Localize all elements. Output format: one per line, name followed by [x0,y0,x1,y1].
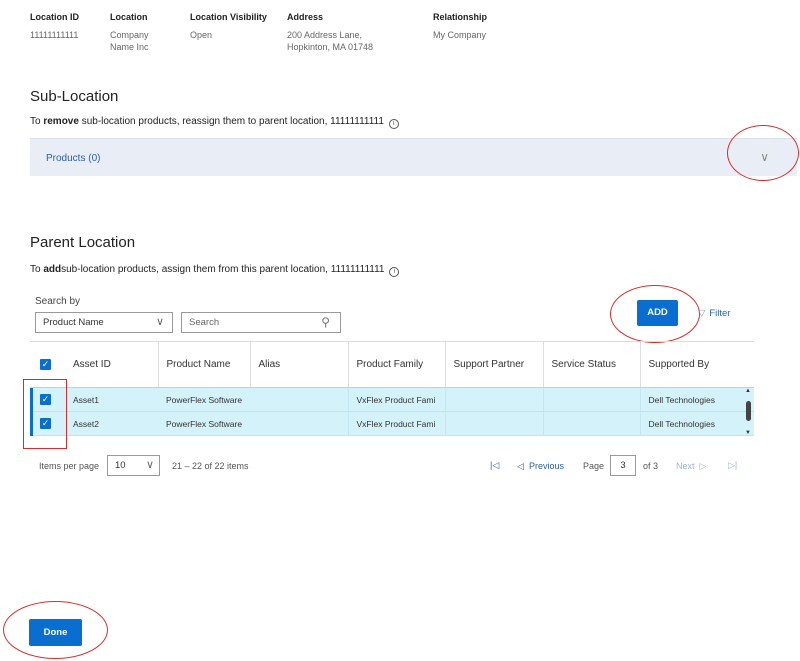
sub-location-desc-suffix: sub-location products, reassign them to … [78,116,384,127]
product-family-cell: VxFlex Product Fami [347,411,445,436]
sub-location-desc-prefix: To [30,116,44,127]
items-per-page-label: Items per page [39,461,100,471]
next-button[interactable]: Next ▷ [676,461,706,472]
location-id-header: Location ID [30,12,79,22]
annotation-circle-done [3,601,108,659]
service-status-cell [542,387,640,412]
visibility-value: Open [190,30,213,40]
col-product-family[interactable]: Product Family [347,341,445,388]
parent-location-desc-prefix: To [30,264,44,275]
parent-location-title: Parent Location [30,234,136,251]
col-supported-by[interactable]: Supported By [639,341,754,388]
filter-icon: ▽ [698,308,706,319]
items-range-text: 21 – 22 of 22 items [172,461,249,471]
visibility-header: Location Visibility [190,12,267,22]
annotation-circle-add [610,285,700,343]
location-value-line2: Name Inc [110,42,149,52]
col-product-name[interactable]: Product Name [157,341,250,388]
table-header-row: ✓ Asset ID Product Name Alias Product Fa… [30,341,754,388]
product-name-cell: PowerFlex Software [158,411,250,436]
items-per-page-value: 10 [115,460,126,471]
parent-location-desc-bold: add [43,264,62,275]
col-asset-id[interactable]: Asset ID [65,341,158,388]
supported-by-cell: Dell Technologies [639,411,754,436]
col-service-status[interactable]: Service Status [542,341,640,388]
next-icon: ▷ [699,461,707,471]
address-column: Address 200 Address Lane, Hopkinton, MA … [287,12,373,53]
table-row[interactable]: ✓ Asset2 PowerFlex Software VxFlex Produ… [30,411,754,436]
location-value-line1: Company [110,30,149,40]
col-alias[interactable]: Alias [249,341,348,388]
previous-button[interactable]: ◁ Previous [517,461,564,472]
alias-cell [250,411,348,436]
alias-cell [250,387,348,412]
sub-location-title: Sub-Location [30,88,119,105]
info-circle-icon[interactable]: i [389,267,400,277]
relationship-header: Relationship [433,12,488,22]
relationship-value: My Company [433,30,487,40]
previous-label: Previous [528,461,564,471]
product-name-cell: PowerFlex Software [158,387,250,412]
page-label: Page [583,461,605,471]
address-value-line2: Hopkinton, MA 01748 [287,42,374,52]
address-header: Address [287,12,324,22]
table-scrollbar[interactable]: ▲ ▼ [745,388,753,436]
annotation-box-checkboxes [23,379,67,449]
table-row[interactable]: ✓ Asset1 PowerFlex Software VxFlex Produ… [30,387,754,412]
chevron-down-icon: ∨ [145,459,154,471]
items-per-page-select[interactable]: 10 ∨ [107,455,160,476]
scroll-thumb[interactable] [746,401,751,421]
location-value: Company Name Inc [110,29,149,53]
address-value-line1: 200 Address Lane, [287,30,363,40]
sub-location-desc-bold: remove [43,116,79,127]
search-placeholder: Search [189,317,220,328]
address-value: 200 Address Lane, Hopkinton, MA 01748 [287,29,373,53]
select-all-checkbox[interactable]: ✓ [40,359,51,370]
location-column: Location Company Name Inc [110,12,149,53]
support-partner-cell [444,411,543,436]
location-id-column: Location ID 11111111111 [30,12,79,41]
parent-location-description: To addsub-location products, assign them… [30,264,400,277]
page-of-text: of 3 [643,461,659,471]
products-accordion[interactable]: Products (0) ∨ [30,138,797,176]
scroll-down-icon[interactable]: ▼ [745,430,751,436]
first-page-icon[interactable]: |◁ [490,460,499,471]
service-status-cell [542,411,640,436]
search-by-select[interactable]: Product Name ∨ [35,312,173,333]
search-input[interactable]: Search ⚲ [181,312,341,333]
chevron-down-icon: ∨ [155,316,164,328]
filter-label: Filter [709,308,731,319]
scroll-up-icon[interactable]: ▲ [745,388,751,394]
last-page-icon[interactable]: ▷| [728,460,737,471]
relationship-column: Relationship My Company [433,12,487,41]
annotation-circle-chevron [727,125,799,181]
assets-table: ✓ Asset ID Product Name Alias Product Fa… [30,341,754,436]
search-by-selected-value: Product Name [43,317,104,328]
filter-button[interactable]: ▽ Filter [698,308,730,319]
parent-location-desc-suffix: sub-location products, assign them from … [61,264,385,275]
product-family-cell: VxFlex Product Fami [347,387,445,412]
previous-icon: ◁ [517,461,524,471]
support-partner-cell [444,387,543,412]
page-number-input[interactable]: 3 [610,455,636,476]
location-header: Location [110,12,148,22]
sub-location-description: To remove sub-location products, reassig… [30,116,399,129]
next-label: Next [676,461,695,471]
search-icon[interactable]: ⚲ [321,315,330,329]
visibility-column: Location Visibility Open [190,12,267,41]
products-label: Products (0) [46,153,101,164]
col-support-partner[interactable]: Support Partner [444,341,543,388]
search-by-label: Search by [35,296,81,307]
asset-id-cell: Asset2 [65,411,158,436]
info-circle-icon[interactable]: i [388,119,399,129]
location-id-value: 11111111111 [30,30,79,40]
asset-id-cell: Asset1 [65,387,158,412]
supported-by-cell: Dell Technologies [639,387,754,412]
